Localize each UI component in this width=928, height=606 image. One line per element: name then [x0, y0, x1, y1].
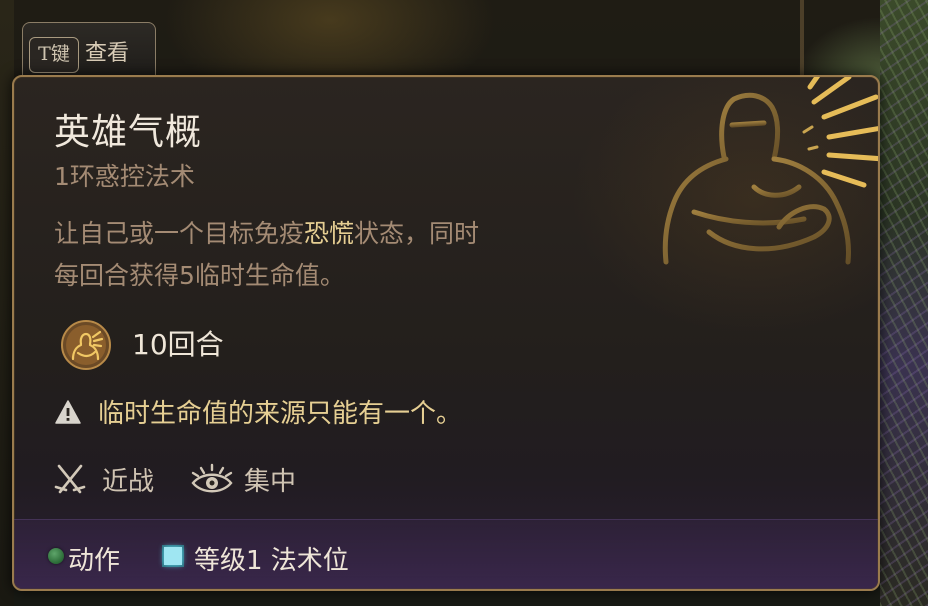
spell-description: 让自己或一个目标免疫恐慌状态，同时 每回合获得5临时生命值。 — [54, 213, 614, 297]
spell-duration: 10回合 — [132, 328, 224, 361]
spell-slot-icon — [164, 547, 182, 565]
spell-slot-label: 等级1 法术位 — [194, 546, 349, 576]
property-melee: 近战 — [102, 467, 155, 497]
description-text: 让自己或一个目标免疫 — [54, 219, 305, 248]
resource-cost-bar: 动作 等级1 法术位 — [14, 519, 878, 589]
concentration-eye-icon — [191, 463, 233, 493]
game-scene: T键 查看 英雄气概 1环惑控法术 让自己或一个目标免疫恐慌状态，同时 每回合获… — [0, 0, 928, 606]
spell-name: 英雄气概 — [54, 112, 203, 153]
keybind-inspect-tab[interactable]: T键 查看 — [22, 22, 156, 78]
property-concentration: 集中 — [244, 467, 297, 497]
action-resource-label: 动作 — [68, 546, 121, 576]
spell-warning: 临时生命值的来源只能有一个。 — [98, 399, 463, 429]
spell-level-school: 1环惑控法术 — [54, 162, 195, 191]
condition-frightened-link[interactable]: 恐慌 — [304, 219, 354, 248]
warning-icon — [55, 400, 81, 424]
background-foliage-right — [880, 0, 928, 606]
keybind-key: T键 — [29, 37, 79, 73]
spell-tooltip: 英雄气概 1环惑控法术 让自己或一个目标免疫恐慌状态，同时 每回合获得5临时生命… — [12, 75, 880, 591]
duration-heroism-icon — [61, 320, 111, 370]
description-text: 状态，同时 — [354, 219, 480, 248]
keybind-label: 查看 — [85, 41, 130, 66]
description-text: 每回合获得5临时生命值。 — [54, 261, 345, 290]
heroism-spell-art-icon — [662, 77, 878, 265]
crossed-swords-icon — [54, 464, 86, 494]
action-resource-icon — [48, 548, 64, 564]
